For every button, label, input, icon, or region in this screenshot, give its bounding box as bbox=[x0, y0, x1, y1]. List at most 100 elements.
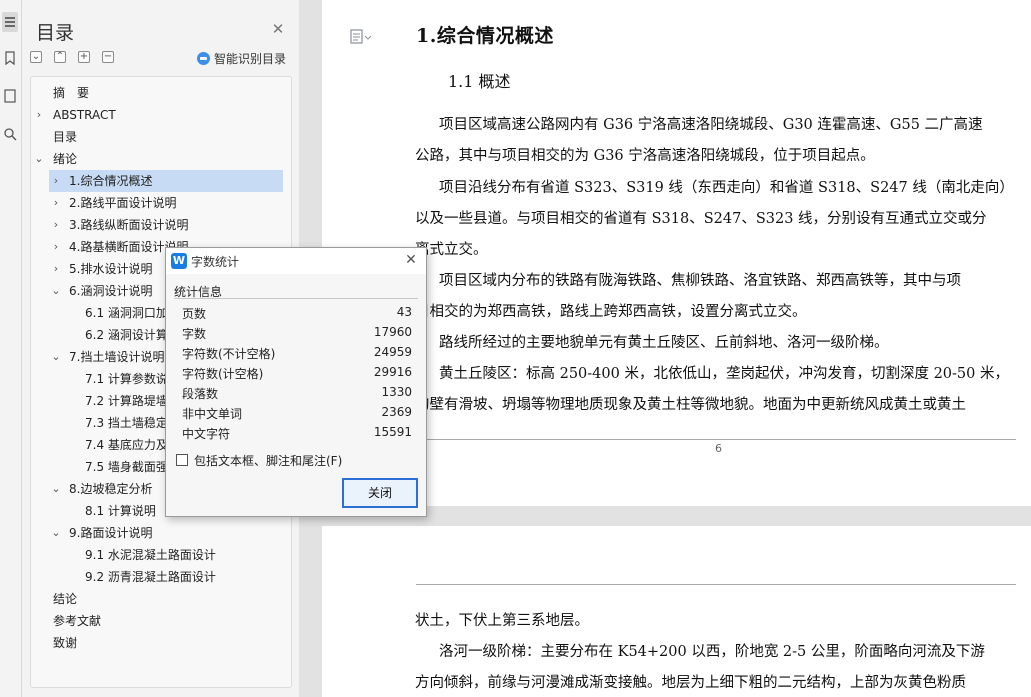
chevron-down-icon[interactable]: ⌄ bbox=[51, 478, 61, 500]
chevron-right-icon[interactable]: › bbox=[34, 104, 44, 126]
toc-item[interactable]: ⌄ 绪论 bbox=[31, 148, 291, 170]
toc-item-label: 9.1 水泥混凝土路面设计 bbox=[85, 548, 216, 562]
app-window: 目录 ✕ ⌄ ⌃ + − 智能识别目录 摘 要 › ABSTRACT 目录 ⌄ … bbox=[0, 0, 1031, 697]
toc-item[interactable]: 目录 bbox=[31, 126, 291, 148]
body-line: 黄土丘陵区：标高 250-400 米，北依低山，垄岗起伏，冲沟发育，切割深度 2… bbox=[439, 366, 1009, 382]
stat-label: 页数 bbox=[182, 307, 207, 321]
chevron-right-icon[interactable]: › bbox=[51, 170, 61, 192]
close-icon[interactable]: ✕ bbox=[271, 22, 285, 37]
toc-item-label: 5.排水设计说明 bbox=[69, 262, 153, 276]
toc-item-label: 7.挡土墙设计说明 bbox=[69, 350, 165, 364]
stat-value: 1330 bbox=[381, 385, 412, 399]
stat-label: 字符数(不计空格) bbox=[182, 347, 276, 361]
outline-toggle-icon[interactable] bbox=[2, 12, 18, 32]
stat-row-chars-no-spaces: 字符数(不计空格) 24959 bbox=[182, 345, 412, 365]
body-line: 项目区域高速公路网内有 G36 宁洛高速洛阳绕城段、G30 连霍高速、G55 二… bbox=[439, 117, 983, 133]
toc-item[interactable]: › ABSTRACT bbox=[31, 104, 291, 126]
include-notes-checkbox[interactable] bbox=[176, 454, 188, 466]
toc-item-label: 6.涵洞设计说明 bbox=[69, 284, 153, 298]
toc-item-label: 6.1 涵洞洞口加 bbox=[85, 306, 168, 320]
chevron-down-icon[interactable]: ⌄ bbox=[51, 280, 61, 302]
smart-toc-button[interactable]: 智能识别目录 bbox=[197, 50, 286, 66]
toc-item[interactable]: 摘 要 bbox=[31, 82, 291, 104]
chevron-right-icon[interactable]: › bbox=[51, 214, 61, 236]
remove-icon[interactable]: − bbox=[102, 51, 114, 63]
toc-item[interactable]: 9.1 水泥混凝土路面设计 bbox=[31, 544, 291, 566]
close-button[interactable]: 关闭 bbox=[342, 478, 418, 508]
toc-item-label: 9.2 沥青混凝土路面设计 bbox=[85, 570, 216, 584]
toc-item[interactable]: 致谢 bbox=[31, 632, 291, 654]
toc-item-label: 7.4 基底应力及 bbox=[85, 438, 168, 452]
expand-all-icon[interactable]: ⌃ bbox=[54, 51, 66, 63]
page-number: 6 bbox=[715, 442, 722, 455]
stat-row-words: 字数 17960 bbox=[182, 325, 412, 345]
page[interactable]: 1.综合情况概述 1.1 概述 项目区域高速公路网内有 G36 宁洛高速洛阳绕城… bbox=[322, 0, 1031, 506]
toc-title: 目录 bbox=[36, 22, 75, 44]
toc-item-label: ABSTRACT bbox=[53, 108, 116, 122]
toc-item-label: 7.5 墙身截面强 bbox=[85, 460, 168, 474]
toc-item-label: 6.2 涵洞设计算 bbox=[85, 328, 168, 342]
body-line: 方向倾斜，前缘与河漫滩成渐变接触。地层为上细下粗的二元结构，上部为灰黄色粉质 bbox=[415, 675, 966, 691]
document-icon[interactable] bbox=[2, 86, 18, 106]
body-line: 以及一些县道。与项目相交的省道有 S318、S247、S323 线，分别设有互通… bbox=[415, 211, 987, 227]
chevron-down-icon[interactable]: ⌄ bbox=[51, 346, 61, 368]
toc-item-label: 7.2 计算路堤墙 bbox=[85, 394, 168, 408]
toc-item[interactable]: ⌄ 9.路面设计说明 bbox=[31, 522, 291, 544]
search-icon[interactable] bbox=[2, 124, 18, 144]
bookmark-icon[interactable] bbox=[2, 48, 18, 68]
body-line: 项目区域内分布的铁路有陇海铁路、焦柳铁路、洛宜铁路、郑西高铁等，其中与项 bbox=[439, 273, 961, 289]
word-count-dialog: W 字数统计 ✕ 统计信息 页数 43 字数 17960 字符数(不计空格) 2… bbox=[165, 247, 427, 517]
heading-1: 1.综合情况概述 bbox=[416, 25, 554, 47]
stat-value: 29916 bbox=[373, 365, 412, 379]
toc-item-label: 2.路线平面设计说明 bbox=[69, 196, 177, 210]
paragraph-format-icon[interactable] bbox=[350, 29, 374, 45]
dialog-title: 字数统计 bbox=[191, 255, 240, 269]
toc-item-label: 致谢 bbox=[53, 636, 78, 650]
stat-row-chars-with-spaces: 字符数(计空格) 29916 bbox=[182, 365, 412, 385]
ai-icon bbox=[197, 51, 210, 65]
toc-item[interactable]: › 2.路线平面设计说明 bbox=[31, 192, 291, 214]
smart-toc-label: 智能识别目录 bbox=[214, 51, 287, 66]
page[interactable]: 状土，下伏上第三系地层。 洛河一级阶梯：主要分布在 K54+200 以西，阶地宽… bbox=[322, 526, 1031, 697]
chevron-right-icon[interactable]: › bbox=[51, 258, 61, 280]
toc-item-label: 7.3 挡土墙稳定 bbox=[85, 416, 168, 430]
stat-row-chinese-chars: 中文字符 15591 bbox=[182, 425, 412, 445]
toc-item-label: 1.综合情况概述 bbox=[69, 174, 153, 188]
divider bbox=[174, 298, 418, 299]
stat-value: 15591 bbox=[373, 425, 412, 439]
body-line: 沟壁有滑坡、坍塌等物理地质现象及黄土柱等微地貌。地面为中更新统风成黄土或黄土 bbox=[415, 397, 966, 413]
toc-item-label: 9.路面设计说明 bbox=[69, 526, 153, 540]
dialog-titlebar[interactable]: W 字数统计 ✕ bbox=[166, 248, 426, 274]
add-icon[interactable]: + bbox=[78, 51, 90, 63]
stat-row-non-chinese-words: 非中文单词 2369 bbox=[182, 405, 412, 425]
body-line: 路线所经过的主要地貌单元有黄土丘陵区、丘前斜地、洛河一级阶梯。 bbox=[439, 335, 889, 351]
toc-item[interactable]: 结论 bbox=[31, 588, 291, 610]
stat-label: 非中文单词 bbox=[182, 407, 243, 421]
toc-item-label: 结论 bbox=[53, 592, 78, 606]
chevron-down-icon[interactable]: ⌄ bbox=[51, 522, 61, 544]
stat-label: 段落数 bbox=[182, 387, 219, 401]
collapse-all-icon[interactable]: ⌄ bbox=[30, 51, 42, 63]
toc-item-selected[interactable]: › 1.综合情况概述 bbox=[49, 170, 283, 192]
stat-row-pages: 页数 43 bbox=[182, 305, 412, 325]
body-line: 洛河一级阶梯：主要分布在 K54+200 以西，阶地宽 2-5 公里，阶面略向河… bbox=[439, 644, 985, 660]
toc-item-label: 目录 bbox=[53, 130, 78, 144]
chevron-right-icon[interactable]: › bbox=[51, 192, 61, 214]
toc-item[interactable]: › 3.路线纵断面设计说明 bbox=[31, 214, 291, 236]
toc-item-label: 摘 要 bbox=[53, 86, 90, 100]
toc-item-label: 3.路线纵断面设计说明 bbox=[69, 218, 189, 232]
close-icon[interactable]: ✕ bbox=[403, 252, 419, 268]
toc-item-label: 参考文献 bbox=[53, 614, 102, 628]
chevron-down-icon[interactable]: ⌄ bbox=[34, 148, 44, 170]
toc-item[interactable]: 参考文献 bbox=[31, 610, 291, 632]
toc-item-label: 绪论 bbox=[53, 152, 78, 166]
toc-item[interactable]: 9.2 沥青混凝土路面设计 bbox=[31, 566, 291, 588]
side-toolbar bbox=[0, 0, 22, 697]
stat-label: 中文字符 bbox=[182, 427, 231, 441]
body-line: 项目沿线分布有省道 S323、S319 线（东西走向）和省道 S318、S247… bbox=[439, 180, 1014, 196]
stat-value: 17960 bbox=[373, 325, 412, 339]
heading-2: 1.1 概述 bbox=[448, 72, 511, 91]
app-logo-icon: W bbox=[171, 253, 187, 269]
chevron-right-icon[interactable]: › bbox=[51, 236, 61, 258]
include-notes-label[interactable]: 包括文本框、脚注和尾注(F) bbox=[194, 452, 342, 469]
